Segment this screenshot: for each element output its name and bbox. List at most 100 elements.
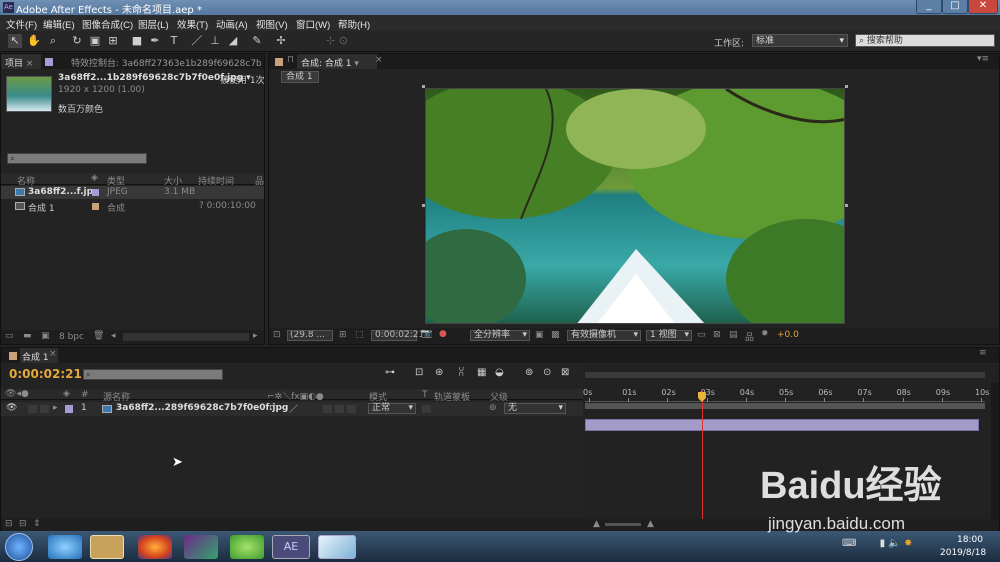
horizontal-scrollbar[interactable]: [123, 333, 249, 341]
label-color-swatch[interactable]: [92, 203, 99, 210]
type-tool-icon[interactable]: T: [167, 34, 181, 48]
menu-file[interactable]: 文件(F): [6, 17, 37, 31]
tab-project[interactable]: 项目 ×: [1, 54, 41, 69]
live-update-icon[interactable]: ⊡: [415, 367, 423, 378]
menu-composition[interactable]: 图像合成(C): [82, 17, 133, 31]
eraser-tool-icon[interactable]: ◢: [226, 34, 240, 48]
panel-menu-icon[interactable]: ▾≡: [977, 54, 989, 64]
preserve-transparency-toggle[interactable]: [422, 405, 431, 413]
vertical-scrollbar[interactable]: [991, 383, 999, 533]
handle-top-left[interactable]: [422, 85, 425, 88]
notification-icon[interactable]: ✸: [904, 538, 912, 549]
hide-shy-layers-icon[interactable]: ⩆: [459, 367, 464, 378]
brush-tool-icon[interactable]: ／: [190, 34, 204, 48]
window-taskbar-button[interactable]: [318, 535, 356, 559]
exposure-value[interactable]: +0.0: [777, 330, 799, 340]
solo-toggle[interactable]: [40, 405, 49, 413]
zoom-select[interactable]: (29.8 ...: [287, 330, 333, 341]
layer-label-color[interactable]: [65, 405, 73, 413]
clock-date[interactable]: 2019/8/18: [940, 548, 986, 558]
new-folder-icon[interactable]: ▬: [23, 331, 32, 341]
handle-right[interactable]: [845, 204, 848, 207]
color-depth-label[interactable]: 8 bpc: [59, 332, 84, 342]
project-search-input[interactable]: ⌕: [7, 153, 147, 164]
close-tab-icon[interactable]: ×: [375, 55, 383, 65]
work-area-bar[interactable]: [585, 372, 985, 378]
delete-icon[interactable]: 🗑: [93, 331, 104, 341]
project-item-row[interactable]: 3a68ff2...f.jpg JPEG 3.1 MB: [1, 186, 264, 199]
audio-toggle[interactable]: [28, 405, 37, 413]
search-help-field[interactable]: ⌕ 搜索帮助: [855, 34, 995, 47]
blend-mode-select[interactable]: 正常 ▾: [368, 403, 416, 414]
viewer-timecode[interactable]: 0:00:02:21: [371, 330, 424, 341]
lock-icon[interactable]: ⊓: [287, 55, 294, 65]
tab-composition[interactable]: 合成: 合成 1 ▾: [297, 54, 377, 69]
hand-tool-icon[interactable]: ✋: [27, 34, 41, 48]
keyboard-icon[interactable]: ⌨: [842, 538, 856, 549]
handle-left[interactable]: [422, 204, 425, 207]
motion-blur-icon[interactable]: ◒: [495, 367, 504, 378]
view-layout-select[interactable]: 1 视图 ▾: [646, 330, 692, 341]
file-explorer-icon[interactable]: [90, 535, 124, 559]
media-center-icon[interactable]: [48, 535, 82, 559]
brainstorm-icon[interactable]: ⊚: [525, 367, 533, 378]
timeline-toggle-icon[interactable]: ▤: [729, 330, 738, 340]
visibility-eye-icon[interactable]: 👁: [6, 403, 17, 413]
tab-effect-controls[interactable]: 特效控制台: 3a68ff27363e1b289f69628c7b: [71, 56, 261, 69]
rectangle-tool-icon[interactable]: ■: [130, 34, 144, 48]
current-time-display[interactable]: 0:00:02:21: [9, 367, 82, 381]
pan-behind-tool-icon[interactable]: ⊞: [106, 34, 120, 48]
mask-visibility-icon[interactable]: ⬚: [355, 330, 364, 340]
menu-help[interactable]: 帮助(H): [338, 17, 370, 31]
composition-viewer[interactable]: [425, 88, 845, 324]
zoom-tool-icon[interactable]: ⌕: [46, 34, 60, 48]
menu-view[interactable]: 视图(V): [256, 17, 288, 31]
always-preview-icon[interactable]: ⊡: [273, 330, 281, 340]
layer-name[interactable]: 3a68ff2...289f69628c7b7f0e0f.jpg: [116, 403, 288, 413]
transparency-grid-icon[interactable]: ▩: [551, 330, 560, 340]
region-of-interest-icon[interactable]: ▣: [535, 330, 544, 340]
panel-menu-icon[interactable]: ≡: [979, 348, 987, 358]
pen-tool-icon[interactable]: ✒: [148, 34, 162, 48]
scroll-left-icon[interactable]: ◂: [111, 331, 116, 341]
selection-tool-icon[interactable]: ↖: [8, 34, 22, 48]
draft-3d-icon[interactable]: ⊛: [435, 367, 443, 378]
new-composition-icon[interactable]: ▣: [41, 331, 50, 341]
after-effects-taskbar-button[interactable]: AE: [272, 535, 310, 559]
clock-time[interactable]: 18:00: [950, 535, 990, 545]
interpret-footage-icon[interactable]: ▭: [5, 331, 14, 341]
close-tab-icon[interactable]: ×: [49, 349, 57, 359]
flowchart-icon[interactable]: 品: [745, 330, 754, 343]
reset-exposure-icon[interactable]: ✹: [761, 329, 769, 339]
menu-layer[interactable]: 图层(L): [138, 17, 169, 31]
parent-select[interactable]: 无 ▾: [504, 403, 566, 414]
safe-zones-icon[interactable]: ⊞: [339, 330, 347, 340]
workspace-select[interactable]: 标准 ▾: [752, 34, 848, 47]
menu-animation[interactable]: 动画(A): [216, 17, 248, 31]
minimize-button[interactable]: _: [916, 0, 942, 14]
video-editor-icon[interactable]: [184, 535, 218, 559]
time-ruler[interactable]: 0s 01s 02s 03s 04s 05s 06s 07s 08s 09s 10s: [583, 386, 989, 402]
refresh-app-icon[interactable]: [230, 535, 264, 559]
volume-icon[interactable]: 🔈: [888, 538, 900, 549]
start-button[interactable]: [5, 533, 33, 561]
frame-blending-icon[interactable]: ▦: [477, 367, 486, 378]
close-button[interactable]: ✕: [968, 0, 998, 14]
layer-duration-bar[interactable]: [585, 419, 979, 431]
snapshot-camera-icon[interactable]: 📷: [421, 329, 432, 339]
maximize-button[interactable]: □: [942, 0, 968, 14]
expand-arrow-icon[interactable]: ▸: [53, 403, 58, 413]
fx-switch[interactable]: [323, 405, 332, 413]
scroll-right-icon[interactable]: ▸: [253, 331, 258, 341]
project-item-row[interactable]: 合成 1 合成 ? 0:00:10:00: [1, 200, 264, 214]
camera-tool-icon[interactable]: ▣: [88, 34, 102, 48]
show-channel-icon[interactable]: ●: [439, 329, 447, 339]
network-icon[interactable]: ▮: [880, 538, 886, 549]
timeline-search-input[interactable]: ⌕: [83, 369, 223, 380]
menu-window[interactable]: 窗口(W): [296, 17, 330, 31]
firefox-icon[interactable]: [138, 535, 172, 559]
puppet-pin-tool-icon[interactable]: ✢: [274, 34, 288, 48]
3d-layer-switch[interactable]: [347, 405, 356, 413]
toggle-pixel-aspect-icon[interactable]: ▭: [697, 330, 706, 340]
clone-stamp-tool-icon[interactable]: ⊥: [208, 34, 222, 48]
